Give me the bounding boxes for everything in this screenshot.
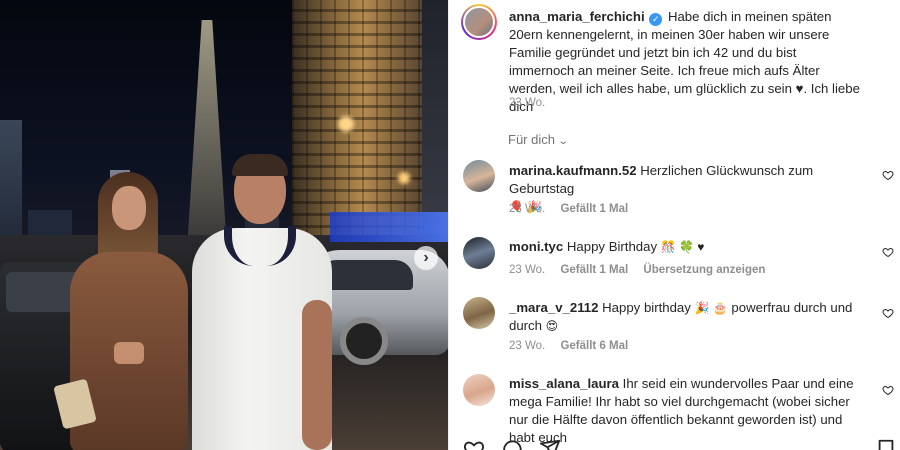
midriff <box>114 342 144 364</box>
comment-likes[interactable]: Gefällt 1 Mal <box>560 264 628 276</box>
comment-text: Happy birthday <box>602 300 691 315</box>
sort-label: Für dich <box>508 132 555 147</box>
heart-icon[interactable] <box>882 384 894 396</box>
blue-lit-facade <box>330 212 448 242</box>
post-photo[interactable]: › <box>0 0 448 450</box>
comment-icon[interactable] <box>501 438 523 450</box>
share-icon[interactable] <box>539 438 561 450</box>
post-caption: anna_maria_ferchichi ✓ Habe dich in mein… <box>509 8 864 116</box>
car-wheel <box>340 317 388 365</box>
author-username[interactable]: anna_maria_ferchichi <box>509 9 645 24</box>
sort-dropdown[interactable]: Für dich ⌄ <box>508 132 570 147</box>
comment-likes[interactable]: Gefällt 6 Mal <box>560 340 628 352</box>
author-avatar[interactable] <box>461 4 497 40</box>
comments-panel: anna_maria_ferchichi ✓ Habe dich in mein… <box>448 0 900 450</box>
post-age[interactable]: 23 Wo. <box>509 97 545 109</box>
hair <box>232 154 288 176</box>
heart-icon[interactable] <box>882 169 894 181</box>
comment-age: 23 Wo. <box>509 340 546 352</box>
comment-username[interactable]: miss_alana_laura <box>509 376 619 391</box>
action-bar <box>463 435 900 450</box>
comment-avatar[interactable] <box>463 374 495 406</box>
save-icon[interactable] <box>875 438 897 450</box>
avatar-image <box>463 6 495 38</box>
translate-link[interactable]: Übersetzung anzeigen <box>643 264 765 276</box>
comment-avatar[interactable] <box>463 160 495 192</box>
heart-icon[interactable] <box>882 307 894 319</box>
like-icon[interactable] <box>463 438 485 450</box>
comment-username[interactable]: _mara_v_2112 <box>509 300 598 315</box>
comment-body: _mara_v_2112 Happy birthday 🎉 🎂 powerfra… <box>509 299 864 335</box>
comment-emoji: 😍 <box>545 319 559 333</box>
comment-meta: 23 Wo. Gefällt 6 Mal <box>509 340 640 352</box>
comment-age: 23 Wo. <box>509 203 546 215</box>
comment-likes[interactable]: Gefällt 1 Mal <box>560 203 628 215</box>
street-light <box>338 116 354 132</box>
chevron-down-icon: ⌄ <box>557 136 570 147</box>
next-arrow-icon[interactable]: › <box>414 246 438 270</box>
comment-meta: 23 Wo. Gefällt 1 Mal <box>509 203 640 215</box>
man-figure <box>190 150 340 450</box>
street-light <box>398 172 410 184</box>
face <box>112 186 146 230</box>
comment-meta: 23 Wo. Gefällt 1 Mal Übersetzung anzeige… <box>509 264 777 276</box>
caption-meta: 23 Wo. <box>509 97 557 109</box>
comment-body: moni.tyc Happy Birthday 🎊 🍀 ♥ <box>509 238 864 256</box>
comment-avatar[interactable] <box>463 297 495 329</box>
comment-emoji: 🎊 🍀 ♥ <box>660 240 705 254</box>
comment-emoji: 🎉 🎂 <box>694 301 728 315</box>
instagram-post-view: › anna_maria_ferchichi ✓ Habe dich in me… <box>0 0 900 450</box>
arm <box>302 300 332 450</box>
comment-age: 23 Wo. <box>509 264 546 276</box>
comment-username[interactable]: moni.tyc <box>509 239 563 254</box>
comment-avatar[interactable] <box>463 237 495 269</box>
comment-username[interactable]: marina.kaufmann.52 <box>509 163 637 178</box>
heart-icon[interactable] <box>882 246 894 258</box>
verified-badge-icon: ✓ <box>649 13 663 26</box>
comment-text: Happy Birthday <box>566 239 658 254</box>
